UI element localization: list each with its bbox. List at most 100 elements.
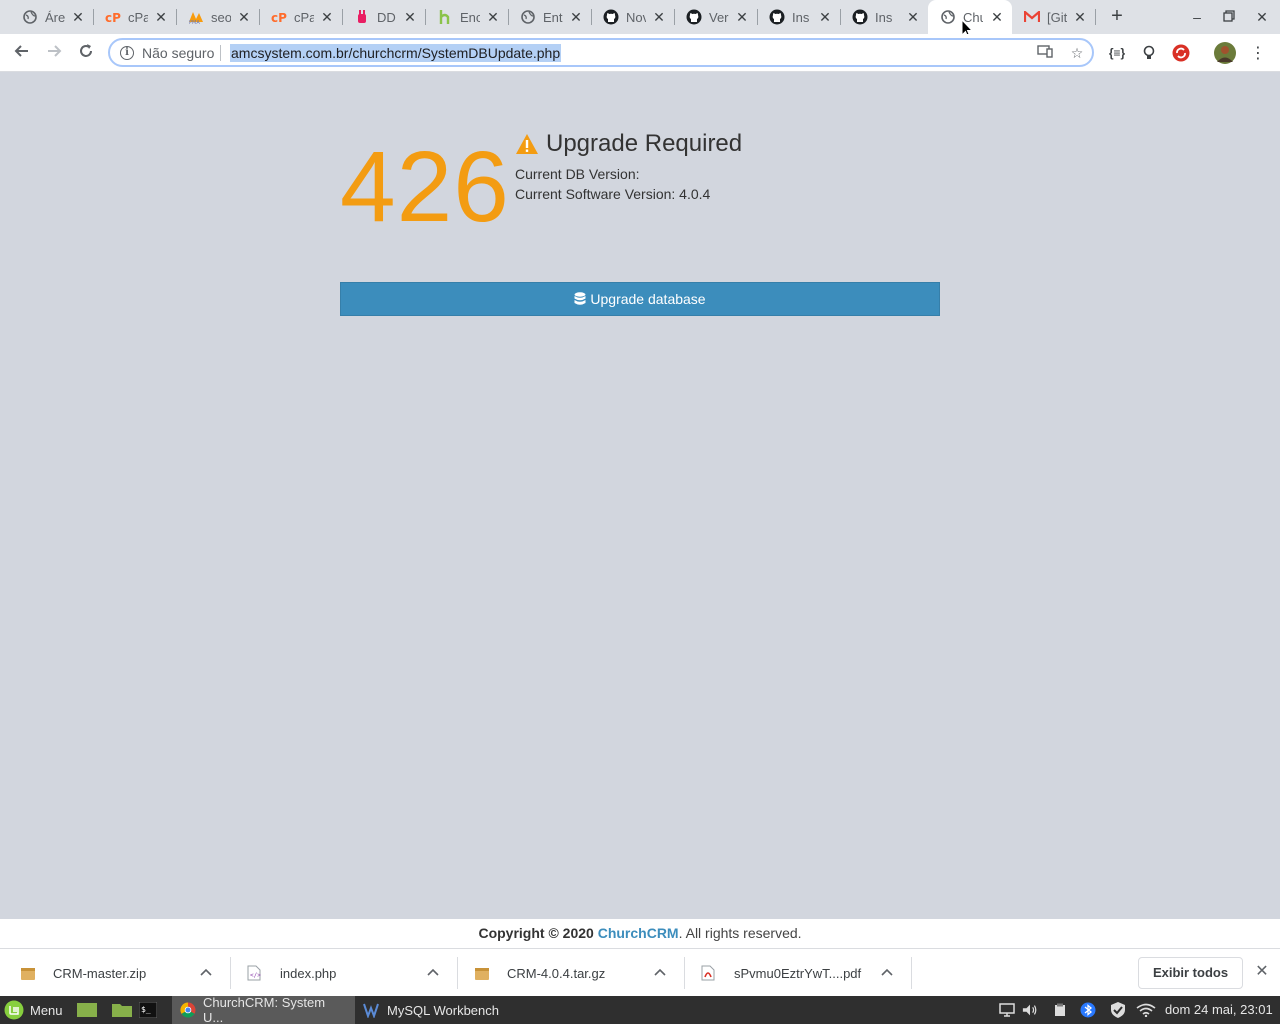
cpanel-icon: cP (271, 9, 287, 25)
churchcrm-link[interactable]: ChurchCRM (598, 925, 679, 941)
tab-close-icon[interactable]: ✕ (1073, 10, 1087, 24)
github-icon (686, 9, 702, 25)
browser-tab[interactable]: DD ✕ (342, 0, 425, 34)
mysql-workbench-icon (363, 1002, 379, 1018)
tab-close-icon[interactable]: ✕ (486, 10, 500, 24)
tab-close-icon[interactable]: ✕ (320, 10, 334, 24)
browser-tab-strip: Área ✕ cP cPa ✕ PMA seo ✕ cP cPa ✕ DD ✕ (0, 0, 1280, 39)
download-separator (911, 957, 912, 989)
browser-tab[interactable]: PMA seo ✕ (176, 0, 259, 34)
avatar[interactable] (1214, 42, 1236, 64)
tab-close-icon[interactable]: ✕ (154, 10, 168, 24)
download-item[interactable]: </> index.php (247, 949, 447, 997)
browser-tab[interactable]: cP cPa ✕ (93, 0, 176, 34)
sync-extension-icon[interactable] (1170, 42, 1192, 64)
new-tab-button[interactable]: + (1107, 6, 1127, 27)
volume-icon[interactable] (1022, 1002, 1038, 1018)
close-shelf-icon[interactable]: ✕ (1254, 964, 1270, 980)
minimize-icon[interactable]: – (1188, 8, 1206, 26)
database-icon (574, 292, 586, 306)
show-all-downloads-button[interactable]: Exibir todos (1138, 957, 1243, 989)
url-text[interactable]: amcsystem.com.br/churchcrm/SystemDBUpdat… (230, 44, 562, 62)
install-app-icon[interactable] (1036, 44, 1054, 62)
svg-text:cP: cP (105, 11, 121, 23)
code-file-icon: </> (247, 965, 263, 981)
download-separator (457, 957, 458, 989)
tab-title: Área (45, 9, 65, 25)
globe-icon (940, 9, 956, 25)
tab-title: seo (211, 9, 231, 25)
browser-tab[interactable]: Ver ✕ (674, 0, 757, 34)
browser-tab[interactable]: Ins ✕ (840, 0, 928, 34)
terminal-icon[interactable]: $_ (139, 1002, 157, 1018)
tab-close-icon[interactable]: ✕ (71, 10, 85, 24)
pdf-icon (701, 965, 717, 981)
tab-title: Nov (626, 9, 646, 25)
browser-toolbar: i Não seguro amcsystem.com.br/churchcrm/… (0, 34, 1280, 72)
bookmark-star-icon[interactable]: ☆ (1068, 44, 1086, 62)
mint-logo-icon (4, 1000, 24, 1020)
tab-title: Ins (875, 9, 893, 25)
bluetooth-icon[interactable] (1080, 1002, 1096, 1018)
browser-tab[interactable]: Nov ✕ (591, 0, 674, 34)
files-icon[interactable] (112, 1002, 132, 1018)
shield-icon[interactable] (1108, 1002, 1128, 1018)
clipboard-icon[interactable] (1052, 1002, 1068, 1018)
browser-tab[interactable]: Área ✕ (10, 0, 93, 34)
desktop-icon[interactable] (77, 1002, 97, 1018)
chevron-up-icon[interactable] (427, 965, 439, 979)
tab-close-icon[interactable]: ✕ (990, 10, 1004, 24)
globe-icon (22, 9, 38, 25)
back-icon[interactable] (11, 42, 33, 64)
chevron-up-icon[interactable] (200, 965, 212, 979)
tab-close-icon[interactable]: ✕ (735, 10, 749, 24)
browser-tab[interactable]: Ins ✕ (757, 0, 840, 34)
tab-close-icon[interactable]: ✕ (652, 10, 666, 24)
json-extension-icon[interactable]: {≡} (1106, 42, 1128, 64)
display-icon[interactable] (999, 1002, 1015, 1018)
tab-close-icon[interactable]: ✕ (569, 10, 583, 24)
tab-separator (1095, 9, 1096, 25)
svg-text:cP: cP (271, 11, 287, 23)
gmail-icon (1024, 9, 1040, 25)
download-item[interactable]: CRM-4.0.4.tar.gz (474, 949, 674, 997)
db-version-text: Current DB Version: (515, 166, 640, 182)
tab-title: cPa (128, 9, 148, 25)
chevron-up-icon[interactable] (654, 965, 666, 979)
browser-tab[interactable]: cP cPa ✕ (259, 0, 342, 34)
info-icon[interactable]: i (120, 46, 134, 60)
tab-title: DD (377, 9, 396, 25)
chevron-up-icon[interactable] (881, 965, 893, 979)
taskbar-item-label: MySQL Workbench (387, 1002, 499, 1018)
not-secure-label[interactable]: Não seguro (142, 45, 214, 61)
browser-tab[interactable]: [Git ✕ (1012, 0, 1095, 34)
browser-tab[interactable]: Enc ✕ (425, 0, 508, 34)
wifi-icon[interactable] (1136, 1002, 1156, 1018)
copyright-text: Copyright © 2020 (478, 925, 594, 941)
taskbar-item-mysql-workbench[interactable]: MySQL Workbench (355, 996, 515, 1024)
upgrade-database-button[interactable]: Upgrade database (340, 282, 940, 316)
start-menu-button[interactable]: Menu (4, 996, 63, 1024)
ddg-icon (354, 9, 370, 25)
phpmyadmin-icon: PMA (188, 9, 204, 25)
tab-close-icon[interactable]: ✕ (403, 10, 417, 24)
forward-icon[interactable] (43, 42, 65, 64)
taskbar-item-chrome[interactable]: ChurchCRM: System U... (172, 995, 355, 1024)
browser-menu-icon[interactable]: ⋮ (1247, 42, 1269, 64)
browser-tab[interactable]: Ent ✕ (508, 0, 591, 34)
address-bar[interactable]: i Não seguro amcsystem.com.br/churchcrm/… (108, 38, 1094, 67)
tab-close-icon[interactable]: ✕ (906, 10, 920, 24)
reload-icon[interactable] (75, 42, 97, 64)
download-shelf: CRM-master.zip </> index.php CRM-4.0.4.t… (0, 948, 1280, 996)
tab-close-icon[interactable]: ✕ (818, 10, 832, 24)
download-item[interactable]: CRM-master.zip (20, 949, 220, 997)
menu-label: Menu (30, 1002, 63, 1018)
restore-icon[interactable] (1220, 8, 1238, 26)
clock[interactable]: dom 24 mai, 23:01 (1165, 996, 1273, 1024)
tab-close-icon[interactable]: ✕ (237, 10, 251, 24)
lightbulb-extension-icon[interactable] (1138, 42, 1160, 64)
error-details: Upgrade Required Current DB Version: Cur… (515, 128, 742, 204)
warning-icon (515, 133, 539, 155)
download-item[interactable]: sPvmu0EztrYwT....pdf (701, 949, 901, 997)
window-close-icon[interactable]: ✕ (1253, 8, 1271, 26)
